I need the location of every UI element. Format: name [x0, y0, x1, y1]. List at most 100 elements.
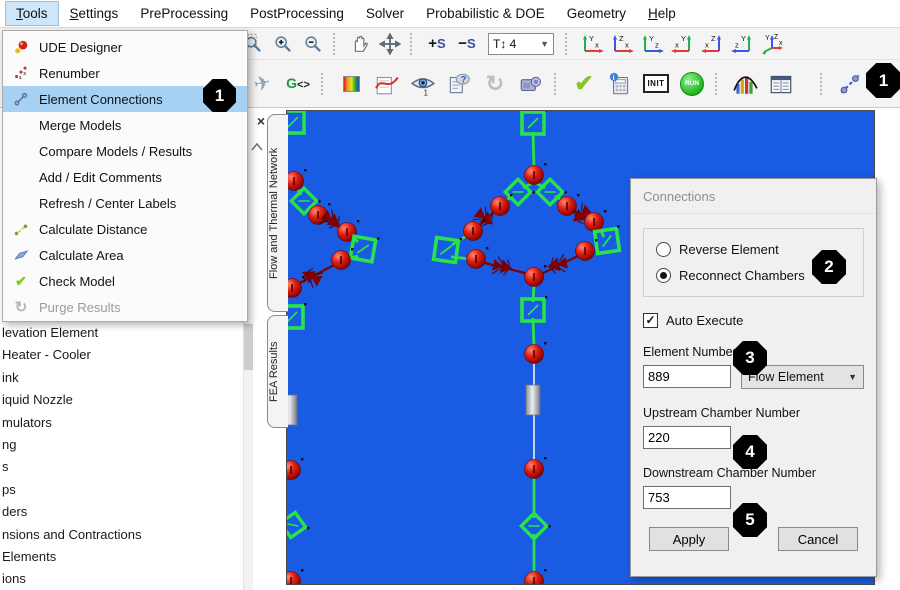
flow-element-node[interactable]: [287, 303, 306, 328]
apply-button[interactable]: Apply: [649, 527, 729, 551]
scroll-up-icon[interactable]: [250, 140, 264, 158]
report-button[interactable]: [765, 67, 797, 101]
flow-element-node[interactable]: [350, 233, 379, 262]
tab-flow-and-thermal-network[interactable]: Flow and Thermal Network: [267, 114, 288, 312]
loss-element-node[interactable]: [545, 254, 568, 276]
chamber-node[interactable]: [287, 276, 304, 298]
eye-button[interactable]: 1: [407, 67, 439, 101]
menu-tools[interactable]: Tools: [6, 2, 58, 25]
menu-item-compare-models-results[interactable]: Compare Models / Results: [3, 138, 247, 164]
palette-item[interactable]: s: [0, 456, 242, 478]
menu-item-refresh-center-labels[interactable]: Refresh / Center Labels: [3, 190, 247, 216]
axis-view-3-button[interactable]: Yz: [638, 31, 666, 57]
check-button[interactable]: ✔: [568, 67, 600, 101]
menu-solver[interactable]: Solver: [356, 2, 414, 25]
menu-item-check-model[interactable]: ✔Check Model: [3, 268, 247, 294]
palette-item[interactable]: iquid Nozzle: [0, 389, 242, 411]
svg-text:x: x: [625, 40, 629, 49]
connect-button[interactable]: [834, 67, 866, 101]
zoom-in-button[interactable]: [269, 31, 297, 57]
palette-item[interactable]: ders: [0, 501, 242, 523]
element-number-input[interactable]: [643, 365, 731, 388]
check-small-icon: ✔: [3, 273, 39, 290]
flow-element-node[interactable]: [287, 511, 310, 541]
pan-button[interactable]: [346, 31, 374, 57]
plane-button[interactable]: ✈: [246, 67, 278, 101]
checkbox-checked-icon[interactable]: ✓: [643, 313, 658, 328]
run-button[interactable]: RUN: [676, 67, 708, 101]
calc-button[interactable]: i: [604, 67, 636, 101]
camera-button[interactable]: [515, 67, 547, 101]
chamber-node[interactable]: [287, 458, 303, 480]
axis-view-1-button[interactable]: Yx: [578, 31, 606, 57]
menu-item-purge-results[interactable]: ↻Purge Results: [3, 294, 247, 320]
radio-icon-selected[interactable]: [656, 268, 671, 283]
curve-button[interactable]: [371, 67, 403, 101]
docq-button[interactable]: ?: [443, 67, 475, 101]
move-button[interactable]: [376, 31, 404, 57]
axis-view-7-button[interactable]: YZx: [758, 31, 786, 57]
axis-view-5-button[interactable]: Zx: [698, 31, 726, 57]
chamber-node[interactable]: [525, 569, 547, 585]
cancel-button[interactable]: Cancel: [778, 527, 858, 551]
cylinder-element-node[interactable]: [526, 385, 540, 415]
scrollbar-thumb[interactable]: [244, 324, 253, 370]
menu-preprocessing[interactable]: PreProcessing: [130, 2, 238, 25]
close-icon[interactable]: ×: [253, 114, 269, 130]
menu-item-label: Calculate Area: [39, 248, 124, 263]
rainbow-button[interactable]: [335, 67, 367, 101]
zoom-out-button[interactable]: [299, 31, 327, 57]
palette-item[interactable]: ink: [0, 367, 242, 389]
menu-item-merge-models[interactable]: Merge Models: [3, 112, 247, 138]
auto-execute-checkbox[interactable]: ✓ Auto Execute: [643, 313, 864, 328]
menu-item-add-edit-comments[interactable]: Add / Edit Comments: [3, 164, 247, 190]
flow-element-node[interactable]: [594, 225, 623, 253]
chamber-node[interactable]: [467, 247, 489, 269]
flow-element-node[interactable]: [522, 111, 547, 134]
downstream-chamber-input[interactable]: [643, 486, 731, 509]
gcode-button[interactable]: G<>: [282, 67, 314, 101]
palette-scrollbar[interactable]: [243, 322, 253, 590]
axis-view-6-button[interactable]: Yz: [728, 31, 756, 57]
cylinder-element-node[interactable]: [287, 395, 297, 425]
menu-settings[interactable]: Settings: [60, 2, 129, 25]
palette-item[interactable]: mulators: [0, 412, 242, 434]
flow-element-node[interactable]: [287, 111, 307, 133]
tab-fea-results[interactable]: FEA Results: [267, 315, 288, 428]
menu-postprocessing[interactable]: PostProcessing: [240, 2, 354, 25]
palette-item[interactable]: nsions and Contractions: [0, 524, 242, 546]
init-button[interactable]: INIT: [640, 67, 672, 101]
flow-element-node[interactable]: [522, 296, 547, 321]
menu-help[interactable]: Help: [638, 2, 686, 25]
t-scale-dropdown[interactable]: T↕ 4▼: [488, 33, 554, 55]
axis-view-4-button[interactable]: Yx: [668, 31, 696, 57]
palette-item[interactable]: Elements: [0, 546, 242, 568]
menu-item-calculate-distance[interactable]: Calculate Distance: [3, 216, 247, 242]
menu-item-calculate-area[interactable]: Calculate Area: [3, 242, 247, 268]
plus-s-button[interactable]: +S: [423, 31, 451, 57]
loss-element-node[interactable]: [298, 264, 324, 289]
chamber-node[interactable]: [525, 457, 547, 479]
chamber-node[interactable]: [525, 342, 547, 364]
histo-button[interactable]: [729, 67, 761, 101]
chamber-node[interactable]: [287, 569, 303, 585]
chamber-node[interactable]: [576, 239, 598, 261]
menu-item-ude-designer[interactable]: UDE Designer: [3, 34, 247, 60]
chamber-node[interactable]: [525, 265, 547, 287]
loss-element-node[interactable]: [491, 256, 514, 278]
chamber-node[interactable]: [525, 163, 547, 185]
minus-s-button[interactable]: −S: [453, 31, 481, 57]
palette-item[interactable]: levation Element: [0, 322, 242, 344]
axis-view-2-button[interactable]: Zx: [608, 31, 636, 57]
component-palette-list: levation ElementHeater - Coolerinkiquid …: [0, 322, 242, 590]
menu-geometry[interactable]: Geometry: [557, 2, 636, 25]
radio-icon-unselected[interactable]: [656, 242, 671, 257]
refresh-button[interactable]: ↻: [479, 67, 511, 101]
upstream-chamber-input[interactable]: [643, 426, 731, 449]
flow-element-node[interactable]: [521, 511, 551, 541]
palette-item[interactable]: Heater - Cooler: [0, 344, 242, 366]
palette-item[interactable]: ng: [0, 434, 242, 456]
palette-item[interactable]: ps: [0, 479, 242, 501]
palette-item[interactable]: ions: [0, 568, 242, 590]
menu-probabilistic-doe[interactable]: Probabilistic & DOE: [416, 2, 555, 25]
